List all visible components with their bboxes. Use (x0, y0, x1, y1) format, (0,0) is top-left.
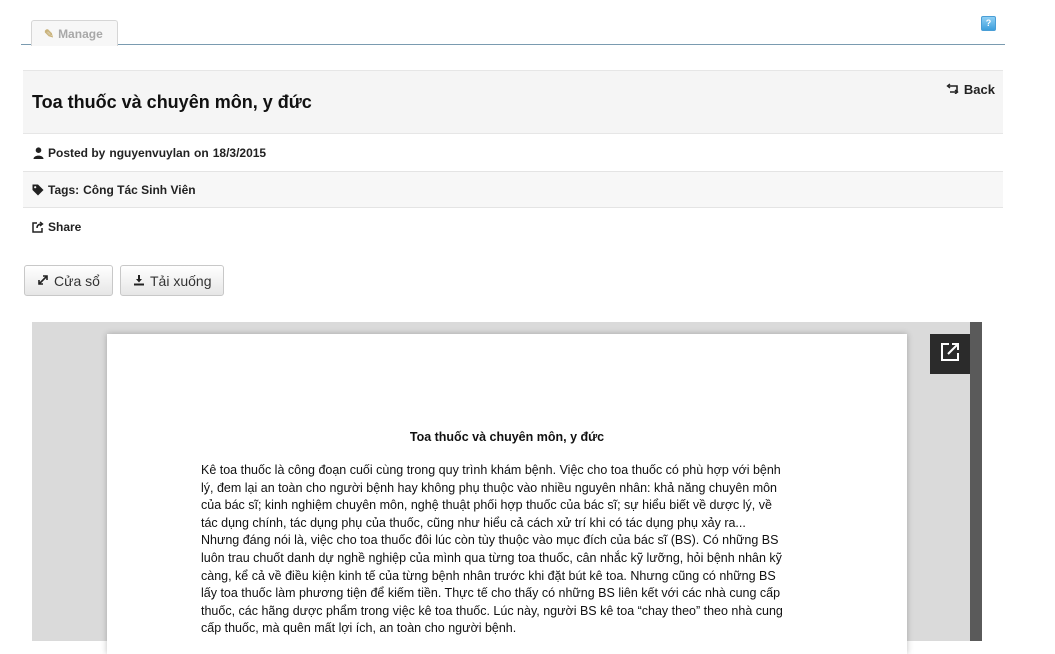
pencil-icon: ✎ (44, 26, 55, 41)
manage-button[interactable]: ✎ Manage (31, 20, 118, 46)
document-line: tác dụng chính, tác dụng phụ của thuốc, … (201, 515, 746, 530)
download-icon (133, 273, 145, 289)
popout-button[interactable] (930, 334, 970, 374)
document-page: Toa thuốc và chuyên môn, y đức Kê toa th… (107, 334, 907, 654)
document-line: càng, kể cả về điều kiện kinh tế của từn… (201, 568, 776, 583)
help-icon[interactable]: ? (981, 16, 996, 31)
page-title: Toa thuốc và chuyên môn, y đức (32, 92, 312, 112)
download-button[interactable]: Tải xuống (120, 265, 225, 296)
author-link[interactable]: nguyenvuylan (109, 146, 190, 160)
manage-label: Manage (58, 26, 103, 41)
tag-link[interactable]: Công Tác Sinh Viên (83, 183, 195, 197)
back-arrow-icon (946, 82, 959, 97)
resize-full-icon (37, 273, 49, 289)
post-date: 18/3/2015 (212, 145, 267, 160)
back-label: Back (963, 82, 995, 97)
document-body: Kê toa thuốc là công đoạn cuối cùng tron… (201, 462, 821, 638)
posted-by-row: Posted by nguyenvuylan on 18/3/2015 (23, 134, 1003, 171)
document-title: Toa thuốc và chuyên môn, y đức (409, 430, 605, 444)
on-word: on (194, 145, 209, 160)
top-toolbar: ✎ Manage (21, 0, 1005, 46)
download-label: Tải xuống (150, 272, 212, 289)
user-icon (32, 146, 44, 159)
posted-by-prefix: Posted by (48, 145, 106, 160)
tags-prefix: Tags: (48, 182, 80, 197)
share-link[interactable]: Share (48, 220, 81, 234)
open-window-label: Cửa sổ (54, 272, 100, 289)
open-window-button[interactable]: Cửa sổ (24, 265, 113, 296)
post-header: Toa thuốc và chuyên môn, y đức Back (23, 70, 1003, 134)
document-line: Kê toa thuốc là công đoạn cuối cùng tron… (201, 463, 781, 477)
tag-icon (32, 184, 44, 196)
document-line: Nhưng đáng nói là, việc cho toa thuốc đô… (201, 533, 779, 548)
document-line: của bác sĩ; kinh nghiệm chuyên môn, nghệ… (201, 498, 772, 513)
back-link[interactable]: Back (946, 82, 995, 97)
viewer-scrollbar[interactable] (970, 322, 982, 641)
external-link-icon (940, 342, 960, 367)
share-icon (32, 220, 44, 233)
document-line: thuốc, các hãng dược phẩm trong việc kê … (201, 603, 783, 618)
document-line: lấy toa thuốc làm phương tiện để kiếm ti… (201, 586, 781, 601)
document-line: lý, đem lại an toàn cho người bệnh hay k… (201, 480, 778, 495)
document-line: luôn trau chuốt danh dự nghề nghiệp của … (201, 550, 782, 565)
document-line: cấp thuốc, mà quên mất lợi ích, an toàn … (201, 621, 517, 636)
tags-row: Tags: Công Tác Sinh Viên (23, 171, 1003, 208)
share-row: Share (23, 208, 1003, 245)
